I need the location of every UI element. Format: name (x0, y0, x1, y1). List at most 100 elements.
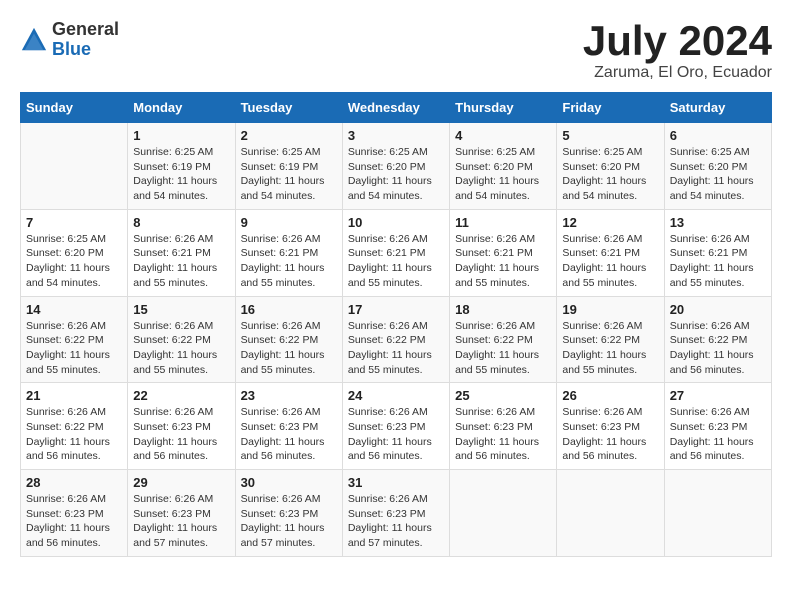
month-title: July 2024 (583, 20, 772, 62)
calendar-cell: 3 Sunrise: 6:25 AMSunset: 6:20 PMDaylight… (342, 123, 449, 210)
day-info: Sunrise: 6:26 AMSunset: 6:23 PMDaylight:… (562, 405, 658, 464)
day-info: Sunrise: 6:26 AMSunset: 6:23 PMDaylight:… (670, 405, 766, 464)
calendar-cell: 10 Sunrise: 6:26 AMSunset: 6:21 PMDayligh… (342, 209, 449, 296)
logo: General Blue (20, 20, 119, 60)
day-info: Sunrise: 6:26 AMSunset: 6:22 PMDaylight:… (670, 319, 766, 378)
calendar-week-row: 14 Sunrise: 6:26 AMSunset: 6:22 PMDayligh… (21, 296, 772, 383)
title-area: July 2024 Zaruma, El Oro, Ecuador (583, 20, 772, 82)
calendar-cell: 29 Sunrise: 6:26 AMSunset: 6:23 PMDayligh… (128, 470, 235, 557)
day-info: Sunrise: 6:26 AMSunset: 6:22 PMDaylight:… (26, 405, 122, 464)
day-number: 17 (348, 302, 444, 317)
day-number: 1 (133, 128, 229, 143)
day-info: Sunrise: 6:26 AMSunset: 6:21 PMDaylight:… (348, 232, 444, 291)
day-info: Sunrise: 6:25 AMSunset: 6:20 PMDaylight:… (562, 145, 658, 204)
day-info: Sunrise: 6:26 AMSunset: 6:23 PMDaylight:… (241, 492, 337, 551)
weekday-header: Thursday (450, 93, 557, 123)
calendar-cell: 14Sunrise: 6:26 AMSunset: 6:22 PMDayligh… (21, 296, 128, 383)
calendar-cell: 20Sunrise: 6:26 AMSunset: 6:22 PMDayligh… (664, 296, 771, 383)
calendar-table: SundayMondayTuesdayWednesdayThursdayFrid… (20, 92, 772, 557)
day-number: 15 (133, 302, 229, 317)
day-info: Sunrise: 6:26 AMSunset: 6:23 PMDaylight:… (133, 492, 229, 551)
calendar-cell: 12 Sunrise: 6:26 AMSunset: 6:21 PMDayligh… (557, 209, 664, 296)
logo-blue: Blue (52, 40, 119, 60)
calendar-cell: 19 Sunrise: 6:26 AMSunset: 6:22 PMDayligh… (557, 296, 664, 383)
logo-icon (20, 26, 48, 54)
day-info: Sunrise: 6:26 AMSunset: 6:23 PMDaylight:… (133, 405, 229, 464)
day-number: 14 (26, 302, 122, 317)
day-number: 9 (241, 215, 337, 230)
day-number: 13 (670, 215, 766, 230)
calendar-cell (664, 470, 771, 557)
weekday-header: Saturday (664, 93, 771, 123)
day-number: 31 (348, 475, 444, 490)
day-number: 24 (348, 388, 444, 403)
logo-general: General (52, 20, 119, 40)
calendar-cell: 9 Sunrise: 6:26 AMSunset: 6:21 PMDaylight… (235, 209, 342, 296)
day-number: 8 (133, 215, 229, 230)
calendar-cell: 25 Sunrise: 6:26 AMSunset: 6:23 PMDayligh… (450, 383, 557, 470)
weekday-header: Monday (128, 93, 235, 123)
day-info: Sunrise: 6:26 AMSunset: 6:21 PMDaylight:… (455, 232, 551, 291)
weekday-header: Friday (557, 93, 664, 123)
day-info: Sunrise: 6:26 AMSunset: 6:21 PMDaylight:… (241, 232, 337, 291)
calendar-cell: 24 Sunrise: 6:26 AMSunset: 6:23 PMDayligh… (342, 383, 449, 470)
day-info: Sunrise: 6:25 AMSunset: 6:20 PMDaylight:… (26, 232, 122, 291)
day-number: 26 (562, 388, 658, 403)
day-info: Sunrise: 6:26 AMSunset: 6:23 PMDaylight:… (348, 405, 444, 464)
day-number: 27 (670, 388, 766, 403)
day-info: Sunrise: 6:26 AMSunset: 6:22 PMDaylight:… (241, 319, 337, 378)
day-number: 22 (133, 388, 229, 403)
day-info: Sunrise: 6:26 AMSunset: 6:23 PMDaylight:… (455, 405, 551, 464)
day-number: 10 (348, 215, 444, 230)
day-info: Sunrise: 6:26 AMSunset: 6:22 PMDaylight:… (348, 319, 444, 378)
day-number: 29 (133, 475, 229, 490)
day-info: Sunrise: 6:26 AMSunset: 6:22 PMDaylight:… (562, 319, 658, 378)
day-number: 25 (455, 388, 551, 403)
calendar-cell: 18Sunrise: 6:26 AMSunset: 6:22 PMDayligh… (450, 296, 557, 383)
logo-text: General Blue (52, 20, 119, 60)
calendar-cell (450, 470, 557, 557)
calendar-cell: 30Sunrise: 6:26 AMSunset: 6:23 PMDayligh… (235, 470, 342, 557)
day-number: 2 (241, 128, 337, 143)
day-info: Sunrise: 6:26 AMSunset: 6:22 PMDaylight:… (455, 319, 551, 378)
day-number: 19 (562, 302, 658, 317)
day-info: Sunrise: 6:26 AMSunset: 6:21 PMDaylight:… (133, 232, 229, 291)
calendar-cell: 1Sunrise: 6:25 AMSunset: 6:19 PMDaylight… (128, 123, 235, 210)
day-info: Sunrise: 6:26 AMSunset: 6:23 PMDaylight:… (26, 492, 122, 551)
calendar-cell: 7Sunrise: 6:25 AMSunset: 6:20 PMDaylight… (21, 209, 128, 296)
day-number: 12 (562, 215, 658, 230)
day-number: 16 (241, 302, 337, 317)
calendar-cell: 8 Sunrise: 6:26 AMSunset: 6:21 PMDaylight… (128, 209, 235, 296)
calendar-week-row: 28 Sunrise: 6:26 AMSunset: 6:23 PMDayligh… (21, 470, 772, 557)
weekday-header: Wednesday (342, 93, 449, 123)
day-info: Sunrise: 6:25 AMSunset: 6:19 PMDaylight:… (241, 145, 337, 204)
weekday-header: Tuesday (235, 93, 342, 123)
calendar-cell: 15 Sunrise: 6:26 AMSunset: 6:22 PMDayligh… (128, 296, 235, 383)
calendar-cell: 13 Sunrise: 6:26 AMSunset: 6:21 PMDayligh… (664, 209, 771, 296)
day-number: 11 (455, 215, 551, 230)
calendar-week-row: 7Sunrise: 6:25 AMSunset: 6:20 PMDaylight… (21, 209, 772, 296)
day-number: 6 (670, 128, 766, 143)
day-info: Sunrise: 6:26 AMSunset: 6:21 PMDaylight:… (562, 232, 658, 291)
calendar-cell: 4Sunrise: 6:25 AMSunset: 6:20 PMDaylight… (450, 123, 557, 210)
day-number: 28 (26, 475, 122, 490)
calendar-cell: 11 Sunrise: 6:26 AMSunset: 6:21 PMDayligh… (450, 209, 557, 296)
calendar-cell: 31 Sunrise: 6:26 AMSunset: 6:23 PMDayligh… (342, 470, 449, 557)
day-info: Sunrise: 6:26 AMSunset: 6:22 PMDaylight:… (133, 319, 229, 378)
page-header: General Blue July 2024 Zaruma, El Oro, E… (20, 20, 772, 82)
calendar-cell: 16 Sunrise: 6:26 AMSunset: 6:22 PMDayligh… (235, 296, 342, 383)
day-number: 23 (241, 388, 337, 403)
day-number: 3 (348, 128, 444, 143)
calendar-cell (21, 123, 128, 210)
day-info: Sunrise: 6:26 AMSunset: 6:21 PMDaylight:… (670, 232, 766, 291)
calendar-cell (557, 470, 664, 557)
day-info: Sunrise: 6:26 AMSunset: 6:23 PMDaylight:… (241, 405, 337, 464)
calendar-cell: 27 Sunrise: 6:26 AMSunset: 6:23 PMDayligh… (664, 383, 771, 470)
calendar-cell: 5 Sunrise: 6:25 AMSunset: 6:20 PMDaylight… (557, 123, 664, 210)
calendar-week-row: 1 Sunrise: 6:25 AMSunset: 6:19 PMDaylight… (21, 123, 772, 210)
day-number: 21 (26, 388, 122, 403)
day-info: Sunrise: 6:25 AMSunset: 6:20 PMDaylight:… (348, 145, 444, 204)
location: Zaruma, El Oro, Ecuador (583, 64, 772, 82)
day-info: Sunrise: 6:26 AMSunset: 6:23 PMDaylight:… (348, 492, 444, 551)
day-number: 5 (562, 128, 658, 143)
